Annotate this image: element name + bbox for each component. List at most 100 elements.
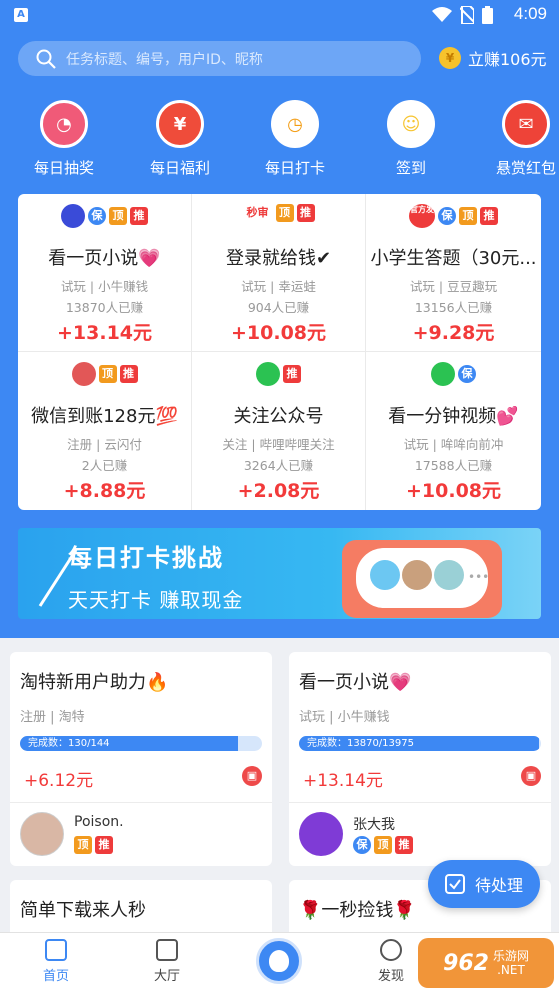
smile-icon: ☺ xyxy=(387,100,435,148)
tab-discover[interactable]: 发现 xyxy=(361,939,421,984)
task-card-title: 简单下载来人秒 xyxy=(20,900,146,921)
progress-bar: 完成数：130/144 xyxy=(20,736,262,751)
avatar xyxy=(370,560,400,590)
quick-redpacket[interactable]: ✉ 悬赏红包 xyxy=(481,100,559,178)
badge-bao: 保 xyxy=(458,365,476,383)
banner-title: 每日打卡挑战 xyxy=(68,544,224,572)
task-card-price: +13.14元 xyxy=(303,771,383,791)
badge-guanfang: 官方发 xyxy=(409,204,435,228)
search-input[interactable]: 任务标题、编号，用户ID、昵称 xyxy=(18,41,421,76)
badge-tui: 推 xyxy=(296,204,315,222)
task-title: 关注公众号 xyxy=(233,406,324,427)
progress-label: 完成数：130/144 xyxy=(28,738,110,749)
status-bar: A 4:09 xyxy=(0,0,559,30)
tab-home-label: 首页 xyxy=(42,969,69,984)
user-name: 张大我 xyxy=(353,817,395,833)
task-price: +9.28元 xyxy=(412,322,495,344)
coin-icon: ¥ xyxy=(439,47,461,69)
watermark-sub: 乐游网 xyxy=(492,949,529,963)
more-dots-icon: ••• xyxy=(468,570,490,584)
progress-bar: 完成数：13870/13975 xyxy=(299,736,541,751)
grid-task-item[interactable]: 保 看一分钟视频💕 试玩 | 哞哞向前冲 17588人已赚 +10.08元 xyxy=(366,352,541,510)
badge-ding: 顶 xyxy=(459,207,477,225)
task-card[interactable]: 简单下载来人秒 xyxy=(10,880,272,940)
badge-ding: 顶 xyxy=(98,365,117,383)
task-title: 看一页小说💗 xyxy=(48,248,161,269)
badge-tui: 推 xyxy=(130,207,148,225)
avatar xyxy=(434,560,464,590)
red-packet-icon: ✉ xyxy=(502,100,550,148)
bookmark-icon xyxy=(156,939,178,961)
badge-tui: 推 xyxy=(395,836,413,854)
task-card-price: +6.12元 xyxy=(24,771,94,791)
avatar-icon xyxy=(61,204,85,228)
quick-signin-label: 签到 xyxy=(395,159,426,177)
grid-task-item[interactable]: 秒审 顶 推 登录就给钱✔ 试玩 | 幸运蛙 904人已赚 +10.08元 xyxy=(192,194,366,352)
wechat-icon xyxy=(431,362,455,386)
badge-ding: 顶 xyxy=(74,836,92,854)
watermark-logo: 962 乐游网 .NET xyxy=(418,938,554,988)
grid-task-item[interactable]: 推 关注公众号 关注 | 哔哩哔哩关注 3264人已赚 +2.08元 xyxy=(192,352,366,510)
task-count: 13156人已赚 xyxy=(414,300,493,315)
grid-task-item[interactable]: 官方发 保 顶 推 小学生答题（30元... 试玩 | 豆豆趣玩 13156人已… xyxy=(366,194,541,352)
checkin-banner[interactable]: 每日打卡挑战 天天打卡 赚取现金 ••• xyxy=(18,528,541,619)
search-icon xyxy=(36,49,56,69)
earn-button[interactable]: ¥ 立赚106元 xyxy=(439,46,547,70)
divider xyxy=(10,802,272,803)
tab-hall-label: 大厅 xyxy=(153,969,180,984)
compass-icon xyxy=(380,939,402,961)
banner-illustration: ••• xyxy=(342,540,502,618)
badge-tui: 推 xyxy=(480,207,498,225)
quick-checkin[interactable]: ◷ 每日打卡 xyxy=(250,100,340,178)
task-sub: 关注 | 哔哩哔哩关注 xyxy=(222,437,335,452)
badge-tui: 推 xyxy=(119,365,138,383)
banner-screen: ••• xyxy=(356,548,490,608)
task-price: +13.14元 xyxy=(56,322,153,344)
task-price: +2.08元 xyxy=(237,480,320,502)
lottery-icon: ◔ xyxy=(40,100,88,148)
badge-ding: 顶 xyxy=(275,204,294,222)
avatar-icon xyxy=(71,362,96,386)
task-card[interactable]: 淘特新用户助力🔥 注册 | 淘特 完成数：130/144 +6.12元 ▣ Po… xyxy=(10,652,272,866)
tab-hall[interactable]: 大厅 xyxy=(137,939,197,984)
search-placeholder: 任务标题、编号，用户ID、昵称 xyxy=(66,51,263,68)
task-sub: 试玩 | 哞哞向前冲 xyxy=(403,437,504,452)
status-time: 4:09 xyxy=(513,4,547,23)
avatar[interactable] xyxy=(299,812,343,856)
badge-tui: 推 xyxy=(95,836,113,854)
pending-button[interactable]: 待处理 xyxy=(428,860,540,908)
no-sim-icon xyxy=(460,6,474,24)
task-sub: 试玩 | 豆豆趣玩 xyxy=(409,279,498,294)
watermark-domain: .NET xyxy=(497,963,525,977)
badge-bao: 保 xyxy=(438,207,456,225)
task-card-title: 看一页小说💗 xyxy=(299,672,412,693)
center-avatar-button[interactable] xyxy=(256,938,302,984)
task-title: 微信到账128元💯 xyxy=(31,406,178,427)
task-price: +10.08元 xyxy=(230,322,327,344)
task-sub: 试玩 | 幸运蛙 xyxy=(241,279,316,294)
earn-label: 立赚106元 xyxy=(468,50,547,69)
task-count: 13870人已赚 xyxy=(65,300,144,315)
quick-lottery[interactable]: ◔ 每日抽奖 xyxy=(19,100,109,178)
task-sub: 注册 | 云闪付 xyxy=(67,437,142,452)
red-packet-icon: ▣ xyxy=(242,766,262,786)
wifi-icon xyxy=(432,7,452,22)
quick-checkin-label: 每日打卡 xyxy=(264,159,325,177)
battery-icon xyxy=(482,6,493,24)
grid-task-item[interactable]: 顶 推 微信到账128元💯 注册 | 云闪付 2人已赚 +8.88元 xyxy=(18,352,192,510)
progress-label: 完成数：13870/13975 xyxy=(307,738,414,749)
quick-signin[interactable]: ☺ 签到 xyxy=(366,100,456,178)
task-price: +8.88元 xyxy=(63,480,146,502)
quick-lottery-label: 每日抽奖 xyxy=(33,159,94,177)
avatar[interactable] xyxy=(20,812,64,856)
status-icons xyxy=(432,6,493,24)
wechat-icon xyxy=(256,362,280,386)
task-card-title: 🌹一秒捡钱🌹 xyxy=(299,900,416,921)
task-card[interactable]: 看一页小说💗 试玩 | 小牛赚钱 完成数：13870/13975 +13.14元… xyxy=(289,652,551,866)
quick-welfare[interactable]: ¥ 每日福利 xyxy=(135,100,225,178)
grid-task-item[interactable]: 保 顶 推 看一页小说💗 试玩 | 小牛赚钱 13870人已赚 +13.14元 xyxy=(18,194,192,352)
task-card-title: 淘特新用户助力🔥 xyxy=(20,672,169,693)
task-title: 登录就给钱✔ xyxy=(225,248,332,269)
task-count: 17588人已赚 xyxy=(414,458,493,473)
tab-home[interactable]: 首页 xyxy=(26,939,86,984)
